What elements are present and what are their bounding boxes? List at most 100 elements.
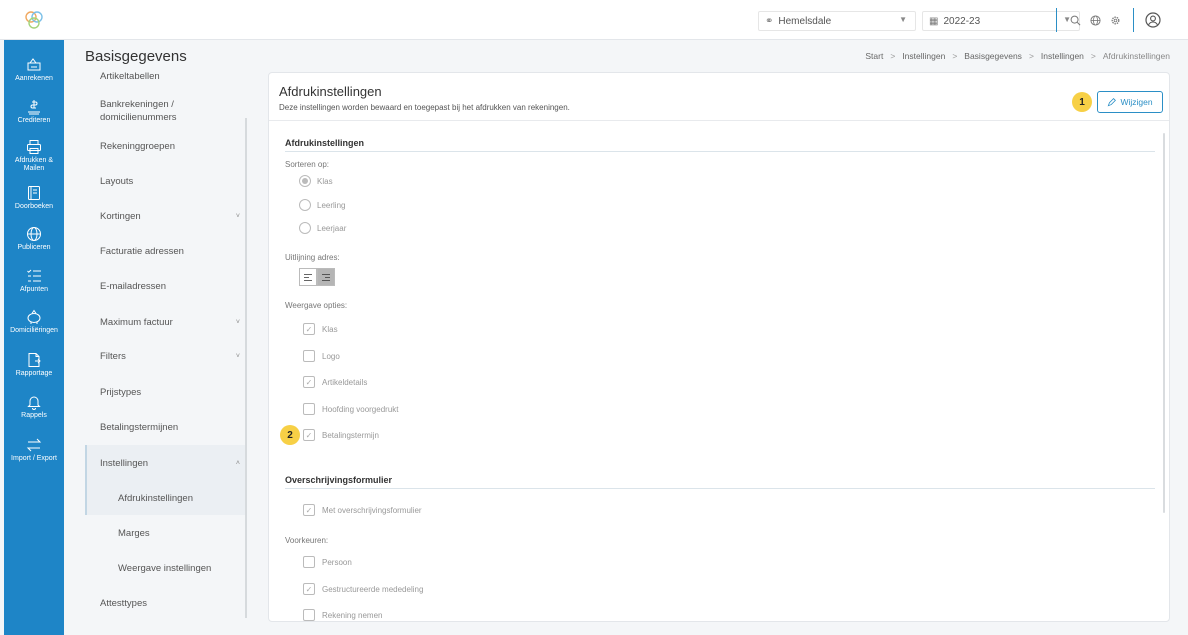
checkbox-label: Klas [322,324,338,334]
breadcrumb-current: Afdrukinstellingen [1102,51,1170,61]
submenu-item-label: Layouts [100,176,134,187]
checkbox-artikeldetails[interactable]: ✓ Artikeldetails [303,376,367,388]
preferences-label: Voorkeuren: [285,536,329,545]
nav-item-afpunten[interactable]: Afpunten [4,268,64,294]
nav-item-afdrukken-mailen[interactable]: Afdrukken & Mailen [4,139,64,173]
nav-item-aanrekenen[interactable]: Aanrekenen [4,57,64,83]
submenu-item-label: E-mailadressen [100,281,166,292]
submenu-item-facturatie-adressen[interactable]: Facturatie adressen [100,245,240,258]
search-icon[interactable] [1065,8,1085,32]
submenu-item-afdrukinstellingen[interactable]: Afdrukinstellingen [118,492,247,505]
gear-icon[interactable] [1105,8,1125,32]
checkbox [303,403,315,415]
breadcrumb-item[interactable]: Instellingen [1041,51,1084,61]
checkbox-label: Gestructureerde mededeling [322,584,424,594]
app-logo-icon[interactable] [24,10,44,30]
nav-item-rapportage[interactable]: Rapportage [4,352,64,378]
nav-label: Afdrukken & Mailen [14,157,54,172]
checkbox: ✓ [303,583,315,595]
breadcrumb-separator: > [890,51,896,61]
school-select[interactable]: ⚭ Hemelsdale ▼ [758,11,916,31]
breadcrumb-item[interactable]: Instellingen [902,51,945,61]
checkbox-rekening-nemen[interactable]: Rekening nemen [303,609,382,621]
submenu-item-weergave-instellingen[interactable]: Weergave instellingen [118,562,247,575]
checkbox-logo[interactable]: Logo [303,350,340,362]
nav-item-domicilieringen[interactable]: Domiciliëringen [4,309,64,335]
settings-submenu: Artikeltabellen Bankrekeningen / domicil… [85,62,247,635]
submenu-scrollbar[interactable] [245,118,247,618]
submenu-item-label: Artikeltabellen [100,71,160,82]
section-divider [285,151,1155,152]
nav-item-rappels[interactable]: Rappels [4,394,64,420]
submenu-item-instellingen[interactable]: Instellingen ˄ [100,457,240,470]
breadcrumb-item[interactable]: Start [865,51,883,61]
step-badge-2: 2 [280,425,300,445]
breadcrumb-separator: > [1090,51,1096,61]
ledger-icon [28,186,40,200]
radio-button [299,175,311,187]
breadcrumb-item[interactable]: Basisgegevens [964,51,1022,61]
nav-item-crediteren[interactable]: Crediteren [4,99,64,125]
submenu-item-maximum-factuur[interactable]: Maximum factuur ˅ [100,316,240,329]
nav-item-publiceren[interactable]: Publiceren [4,226,64,252]
nav-label: Rapportage [15,370,53,377]
submenu-item-bankrekeningen[interactable]: Bankrekeningen / domicilienummers [100,98,210,124]
checkbox-hoofding-voorgedrukt[interactable]: Hoofding voorgedrukt [303,403,399,415]
submenu-item-label: Maximum factuur [100,317,173,328]
submenu-item-filters[interactable]: Filters ˅ [100,350,240,363]
submenu-item-prijstypes[interactable]: Prijstypes [100,386,240,399]
submenu-item-label: Facturatie adressen [100,246,184,257]
edit-button[interactable]: Wijzigen [1097,91,1163,113]
checkbox-met-overschrijvingsformulier[interactable]: ✓ Met overschrijvingsformulier [303,504,422,516]
chevron-down-icon: ˅ [235,213,240,220]
submenu-item-rekeninggroepen[interactable]: Rekeninggroepen [100,140,240,153]
align-right-button[interactable] [317,268,335,286]
nav-item-doorboeken[interactable]: Doorboeken [4,185,64,211]
checkbox: ✓ [303,376,315,388]
radio-sort-klas[interactable]: Klas [299,175,333,187]
card-scrollbar[interactable] [1163,133,1165,513]
radio-button [299,199,311,211]
checkbox-gestructureerde-mededeling[interactable]: ✓ Gestructureerde mededeling [303,583,423,595]
align-label: Uitlijning adres: [285,253,340,262]
display-options-label: Weergave opties: [285,301,348,310]
calendar-icon: ▦ [929,15,939,27]
edit-button-label: Wijzigen [1120,97,1153,107]
submenu-item-artikeltabellen[interactable]: Artikeltabellen [100,70,240,83]
submenu-item-attesttypes[interactable]: Attesttypes [100,597,240,610]
submenu-item-betalingstermijnen[interactable]: Betalingstermijnen [100,421,240,434]
nav-label: Domiciliëringen [10,327,58,334]
nav-label: Crediteren [17,117,51,124]
submenu-item-e-mailadressen[interactable]: E-mailadressen [100,280,240,293]
submenu-item-label: Bankrekeningen / domicilienummers [100,99,177,123]
submenu-item-marges[interactable]: Marges [118,527,247,540]
breadcrumb-separator: > [1028,51,1034,61]
submenu-item-label: Kortingen [100,211,141,222]
nav-label: Import / Export [11,455,57,462]
address-align-toggle [299,268,335,286]
nav-label: Aanrekenen [15,75,53,82]
checkbox-klas[interactable]: ✓ Klas [303,323,338,335]
radio-sort-leerjaar[interactable]: Leerjaar [299,222,346,234]
submenu-item-kortingen[interactable]: Kortingen ˅ [100,210,240,223]
checkbox: ✓ [303,429,315,441]
align-left-button[interactable] [299,268,317,286]
checkbox-persoon[interactable]: Persoon [303,556,352,568]
submenu-item-label: Rekeninggroepen [100,141,176,152]
card-title: Afdrukinstellingen [279,84,382,99]
checkbox-betalingstermijn[interactable]: ✓ Betalingstermijn [303,429,379,441]
checkbox-label: Betalingstermijn [322,430,379,440]
nav-item-import-export[interactable]: Import / Export [4,437,64,463]
radio-sort-leerling[interactable]: Leerling [299,199,345,211]
checkbox-label: Hoofding voorgedrukt [322,404,399,414]
checkbox [303,350,315,362]
user-avatar-icon[interactable] [1142,9,1164,31]
checkbox [303,556,315,568]
submenu-item-layouts[interactable]: Layouts [100,175,240,188]
chevron-up-icon: ˄ [235,460,240,467]
chevron-down-icon: ˅ [235,353,240,360]
school-icon: ⚭ [765,15,774,27]
top-actions [1048,8,1164,32]
globe-icon[interactable] [1085,8,1105,32]
submenu-item-label: Instellingen [100,458,149,469]
